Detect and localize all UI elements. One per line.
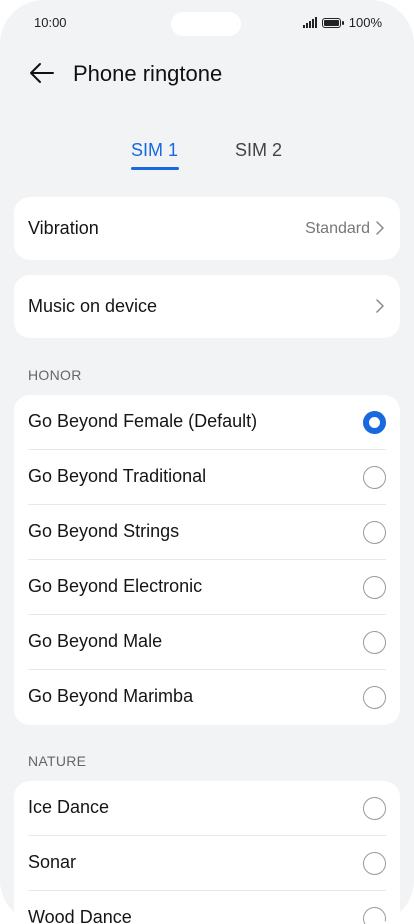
ringtone-option[interactable]: Go Beyond Traditional (14, 450, 400, 505)
music-card: Music on device (14, 275, 400, 338)
ringtone-label: Go Beyond Traditional (28, 466, 206, 487)
section-header-nature: NATURE (28, 753, 86, 769)
ringtone-label: Wood Dance (28, 907, 132, 924)
ringtone-option[interactable]: Go Beyond Male (14, 615, 400, 670)
ringtone-label: Sonar (28, 852, 76, 873)
tab-indicator (131, 167, 179, 170)
music-on-device-row[interactable]: Music on device (14, 275, 400, 338)
tab-sim1[interactable]: SIM 1 (131, 140, 178, 161)
ringtone-label: Go Beyond Electronic (28, 576, 202, 597)
section-header-honor: HONOR (28, 367, 82, 383)
phone-screen: 10:00 100% Phone ringtone SIM 1 SIM 2 Vi… (0, 0, 414, 924)
signal-icon (303, 17, 317, 28)
ringtone-option[interactable]: Go Beyond Strings (14, 505, 400, 560)
radio-unchecked-icon[interactable] (363, 852, 386, 875)
vibration-card: Vibration Standard (14, 197, 400, 260)
radio-unchecked-icon[interactable] (363, 631, 386, 654)
nature-ringtone-list: Ice Dance Sonar Wood Dance (14, 781, 400, 924)
radio-unchecked-icon[interactable] (363, 907, 386, 924)
vibration-row[interactable]: Vibration Standard (14, 197, 400, 260)
music-label: Music on device (28, 296, 157, 317)
ringtone-option[interactable]: Go Beyond Female (Default) (14, 395, 400, 450)
status-bar: 10:00 100% (0, 0, 414, 46)
ringtone-option[interactable]: Go Beyond Marimba (14, 670, 400, 725)
ringtone-label: Go Beyond Female (Default) (28, 411, 257, 432)
battery-icon (322, 18, 341, 28)
status-time: 10:00 (34, 15, 67, 30)
page-title: Phone ringtone (73, 61, 222, 87)
honor-ringtone-list: Go Beyond Female (Default) Go Beyond Tra… (14, 395, 400, 725)
header: Phone ringtone (0, 58, 414, 88)
radio-checked-icon[interactable] (363, 411, 386, 434)
arrow-left-icon (28, 60, 56, 86)
chevron-right-icon (374, 221, 386, 235)
battery-percent: 100% (349, 15, 382, 30)
tab-sim2[interactable]: SIM 2 (235, 140, 282, 161)
ringtone-option[interactable]: Sonar (14, 836, 400, 891)
radio-unchecked-icon[interactable] (363, 521, 386, 544)
chevron-right-icon (374, 299, 386, 313)
ringtone-label: Ice Dance (28, 797, 109, 818)
ringtone-label: Go Beyond Marimba (28, 686, 193, 707)
vibration-label: Vibration (28, 218, 99, 239)
camera-pill (171, 12, 241, 36)
radio-unchecked-icon[interactable] (363, 797, 386, 820)
back-button[interactable] (28, 60, 56, 86)
status-icons: 100% (303, 15, 382, 30)
radio-unchecked-icon[interactable] (363, 576, 386, 599)
radio-unchecked-icon[interactable] (363, 466, 386, 489)
ringtone-label: Go Beyond Male (28, 631, 162, 652)
radio-unchecked-icon[interactable] (363, 686, 386, 709)
vibration-value: Standard (305, 220, 370, 238)
ringtone-option[interactable]: Ice Dance (14, 781, 400, 836)
sim-tabs: SIM 1 SIM 2 (0, 140, 414, 174)
ringtone-label: Go Beyond Strings (28, 521, 179, 542)
ringtone-option[interactable]: Go Beyond Electronic (14, 560, 400, 615)
ringtone-option[interactable]: Wood Dance (14, 891, 400, 924)
